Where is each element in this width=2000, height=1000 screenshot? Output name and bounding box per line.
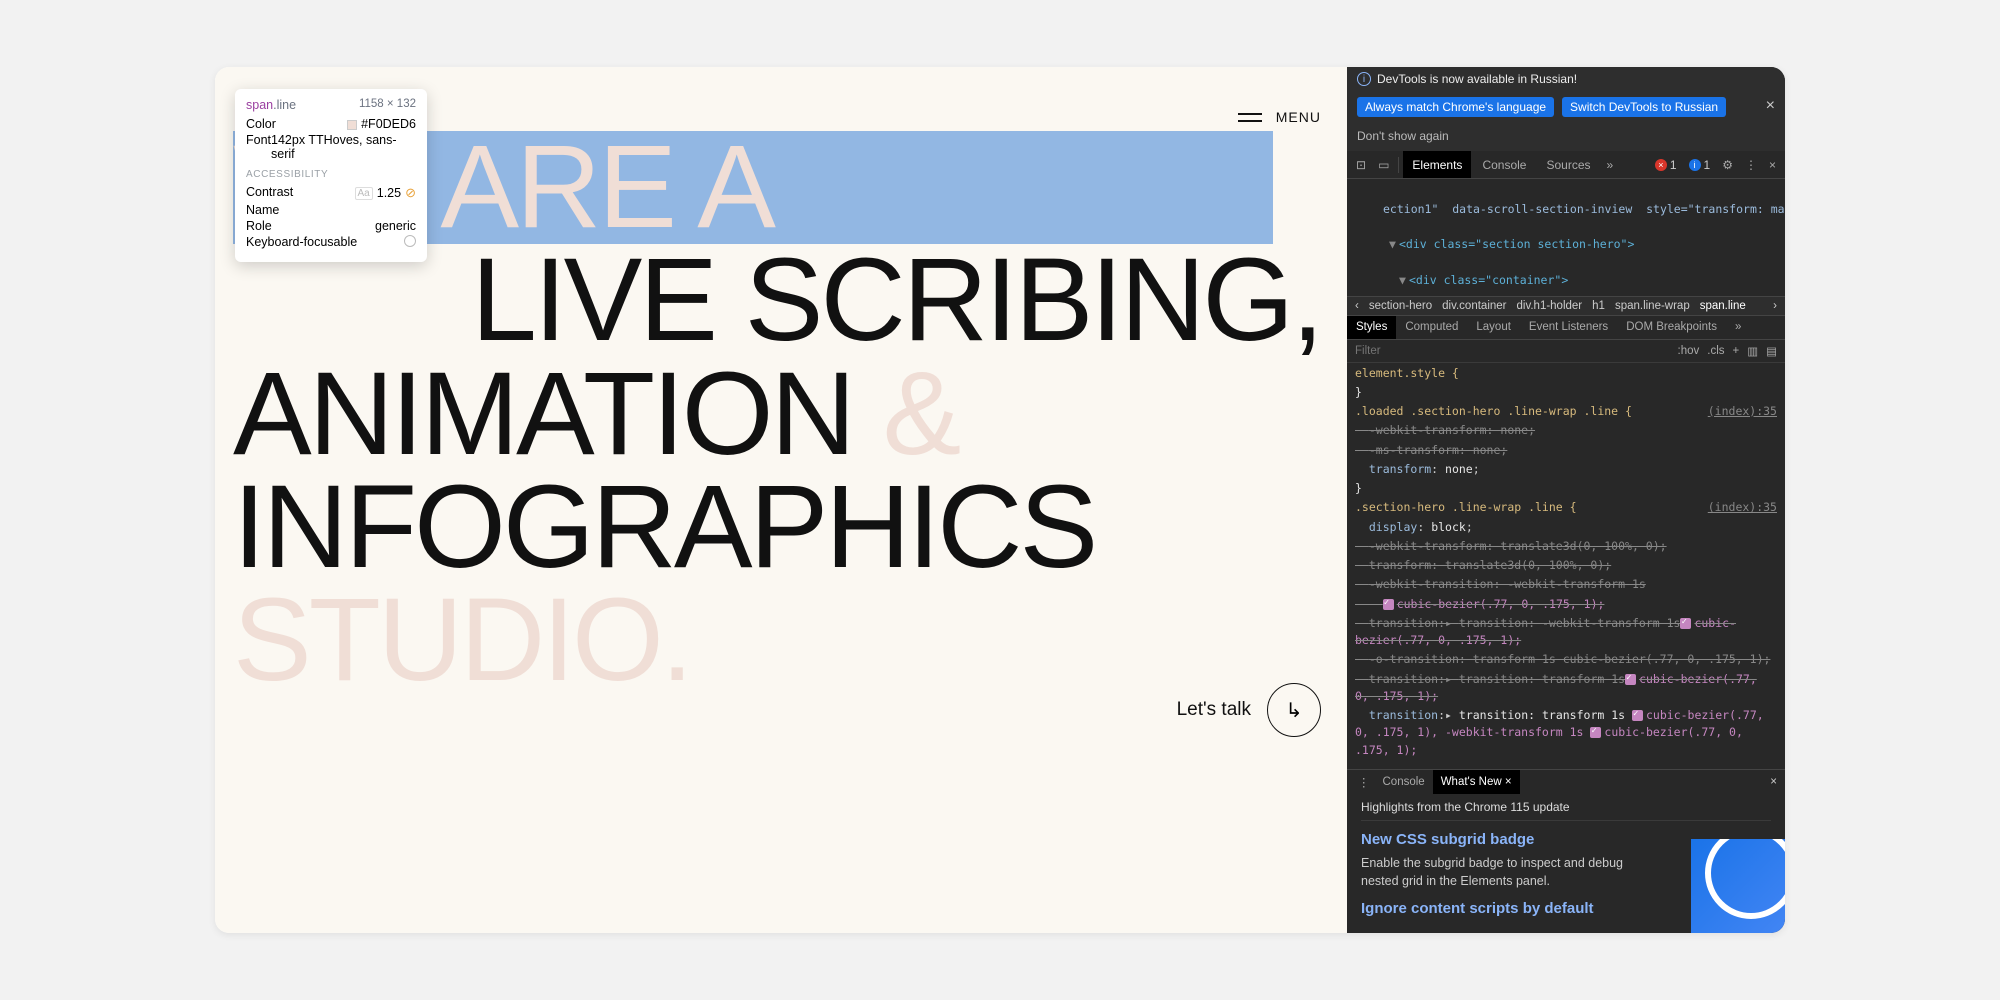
message-count-badge[interactable]: i1	[1684, 158, 1716, 172]
hov-toggle[interactable]: :hov	[1678, 345, 1700, 357]
menu-label[interactable]: MENU	[1276, 109, 1321, 125]
block-icon	[404, 235, 416, 247]
devtools-panel: i DevTools is now available in Russian! …	[1347, 67, 1785, 933]
devtools-drawer: ⋮ Console What's New × × Highlights from…	[1347, 769, 1785, 933]
dom-tree[interactable]: ection1" data-scroll-section-inview styl…	[1347, 179, 1785, 296]
styles-layout-icon[interactable]: ▥	[1747, 344, 1758, 358]
element-inspect-tooltip: span.line 1158 × 132 Color #F0DED6 Font14…	[235, 89, 427, 262]
headline-line-2: LIVE SCRIBING,	[471, 234, 1321, 366]
tooltip-color-label: Color	[246, 117, 276, 131]
drawer-close-icon[interactable]: ×	[1770, 776, 1777, 788]
browser-window: MENU WE ARE A LIVE SCRIBING, ANIMATION &…	[215, 67, 1785, 933]
breadcrumb-item[interactable]: div.h1-holder	[1517, 300, 1583, 312]
breadcrumb-item[interactable]: div.container	[1442, 300, 1506, 312]
subtab-event-listeners[interactable]: Event Listeners	[1520, 316, 1617, 339]
tab-elements[interactable]: Elements	[1403, 151, 1471, 178]
breadcrumb-prev-icon[interactable]: ‹	[1355, 300, 1359, 312]
breadcrumb-item[interactable]: span.line	[1700, 300, 1746, 312]
menu-burger-icon[interactable]	[1238, 113, 1262, 122]
news-paragraph-1: Enable the subgrid badge to inspect and …	[1361, 854, 1651, 890]
match-language-button[interactable]: Always match Chrome's language	[1357, 97, 1554, 117]
tooltip-role-label: Role	[246, 219, 272, 233]
tooltip-role-value: generic	[375, 219, 416, 233]
info-icon: i	[1357, 72, 1371, 86]
headline-line-4: INFOGRAPHICS	[233, 461, 1095, 593]
breadcrumb-item[interactable]: span.line-wrap	[1615, 300, 1690, 312]
inspect-icon[interactable]: ⊡	[1351, 158, 1371, 172]
drawer-highlight-text: Highlights from the Chrome 115 update	[1361, 800, 1771, 821]
subtabs-more-icon[interactable]: »	[1726, 316, 1750, 339]
subtab-layout[interactable]: Layout	[1467, 316, 1520, 339]
styles-layout-icon-2[interactable]: ▤	[1766, 344, 1777, 358]
tooltip-contrast-value: 1.25	[377, 186, 401, 200]
subtab-computed[interactable]: Computed	[1396, 316, 1467, 339]
tooltip-a11y-header: ACCESSIBILITY	[246, 169, 416, 180]
styles-subtabs: Styles Computed Layout Event Listeners D…	[1347, 316, 1785, 340]
dom-breadcrumb[interactable]: ‹ section-hero div.container div.h1-hold…	[1347, 296, 1785, 316]
tab-sources[interactable]: Sources	[1537, 151, 1599, 178]
styles-pane[interactable]: element.style { } (index):35.loaded .sec…	[1347, 363, 1785, 769]
color-swatch-icon	[347, 120, 357, 130]
styles-filter-input[interactable]	[1355, 345, 1670, 357]
tooltip-color-value: #F0DED6	[361, 117, 416, 131]
settings-gear-icon[interactable]: ⚙	[1717, 158, 1738, 172]
cls-toggle[interactable]: .cls	[1707, 345, 1724, 357]
tooltip-font-label: Font	[246, 133, 271, 161]
tooltip-font-value: 142px TTHoves, sans-serif	[271, 133, 416, 161]
tab-console[interactable]: Console	[1473, 151, 1535, 178]
device-toggle-icon[interactable]: ▭	[1373, 158, 1394, 172]
tooltip-dimensions: 1158 × 132	[359, 98, 416, 112]
devtools-language-banner: Always match Chrome's language Switch De…	[1347, 91, 1785, 151]
cta-arrow-button[interactable]: ↳	[1267, 683, 1321, 737]
source-link[interactable]: (index):35	[1708, 499, 1777, 516]
aa-icon: Aa	[355, 187, 373, 200]
devtools-info-bar: i DevTools is now available in Russian!	[1347, 67, 1785, 91]
headline-line-5: STUDIO.	[233, 574, 691, 706]
webpage-viewport: MENU WE ARE A LIVE SCRIBING, ANIMATION &…	[215, 67, 1347, 933]
dont-show-again-link[interactable]: Don't show again	[1357, 129, 1775, 143]
banner-close-icon[interactable]: ×	[1766, 97, 1775, 115]
drawer-tab-console[interactable]: Console	[1375, 770, 1433, 794]
error-count-badge[interactable]: ×1	[1650, 158, 1682, 172]
source-link[interactable]: (index):35	[1708, 403, 1777, 420]
news-thumbnail	[1691, 839, 1785, 933]
tabs-more-icon[interactable]: »	[1602, 158, 1619, 172]
breadcrumb-next-icon[interactable]: ›	[1773, 300, 1777, 312]
switch-language-button[interactable]: Switch DevTools to Russian	[1562, 97, 1726, 117]
kebab-menu-icon[interactable]: ⋮	[1740, 158, 1762, 172]
subtab-dom-breakpoints[interactable]: DOM Breakpoints	[1617, 316, 1726, 339]
info-bar-text: DevTools is now available in Russian!	[1377, 72, 1577, 86]
new-style-icon[interactable]: +	[1733, 345, 1740, 357]
tooltip-tag: span	[246, 98, 273, 112]
drawer-kebab-icon[interactable]: ⋮	[1353, 775, 1375, 789]
tooltip-class: .line	[273, 98, 296, 112]
tooltip-contrast-label: Contrast	[246, 185, 293, 201]
tooltip-kbd-label: Keyboard-focusable	[246, 235, 357, 249]
headline-line-3b: &	[883, 348, 959, 480]
subtab-styles[interactable]: Styles	[1347, 316, 1396, 339]
devtools-tabs: ⊡ ▭ Elements Console Sources » ×1 i1 ⚙ ⋮…	[1347, 151, 1785, 179]
drawer-tab-whatsnew[interactable]: What's New ×	[1433, 770, 1520, 794]
breadcrumb-item[interactable]: h1	[1592, 300, 1605, 312]
breadcrumb-item[interactable]: section-hero	[1369, 300, 1432, 312]
cta-text[interactable]: Let's talk	[1177, 699, 1251, 721]
headline-line-3a: ANIMATION	[233, 348, 883, 480]
warning-icon: ⊘	[405, 185, 416, 201]
devtools-close-icon[interactable]: ×	[1764, 158, 1781, 172]
tooltip-name-label: Name	[246, 203, 279, 217]
